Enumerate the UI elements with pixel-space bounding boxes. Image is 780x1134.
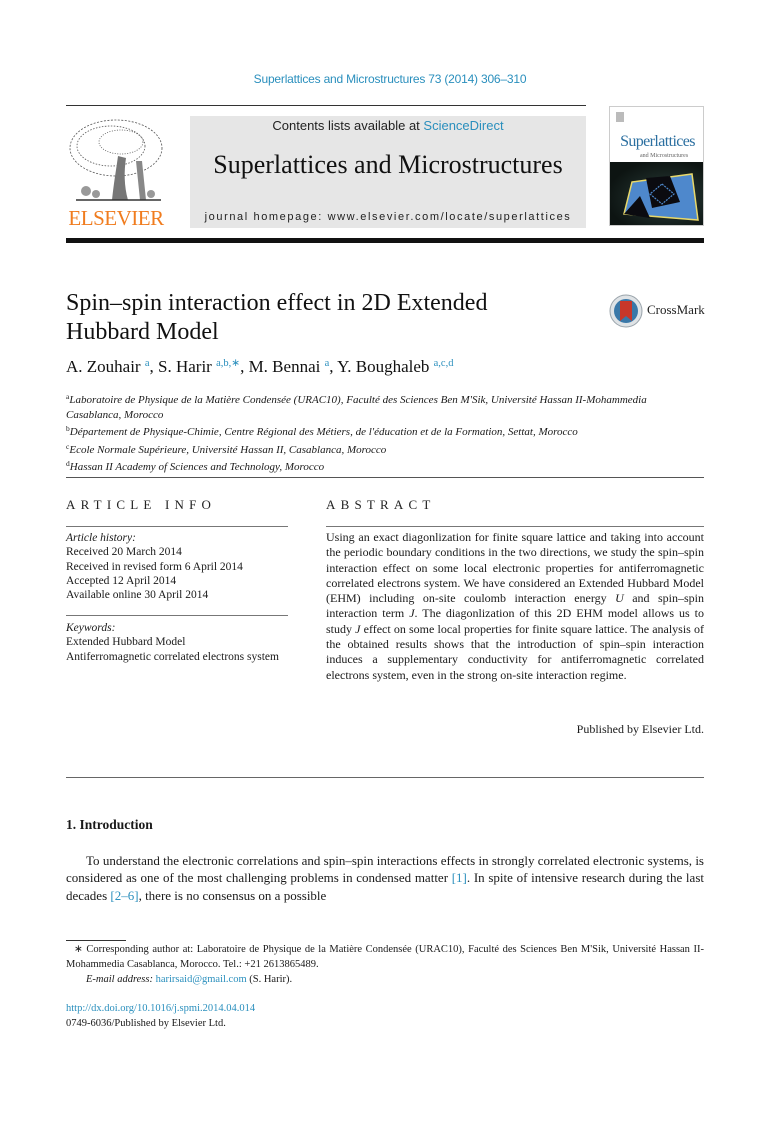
author-list: A. Zouhair a, S. Harir a,b,∗, M. Bennai … <box>66 357 453 377</box>
email-link[interactable]: harirsaid@gmail.com <box>156 974 247 985</box>
article-history-label: Article history: <box>66 532 136 544</box>
author-name[interactable]: A. Zouhair <box>66 357 141 376</box>
elsevier-logo[interactable]: ELSEVIER <box>66 116 166 230</box>
citation-link[interactable]: [1] <box>452 870 467 885</box>
author-name[interactable]: M. Bennai <box>249 357 321 376</box>
contents-line: Contents lists available at ScienceDirec… <box>190 118 586 133</box>
keywords: Keywords: Extended Hubbard Model Antifer… <box>66 621 288 664</box>
affiliation-item: bDépartement de Physique-Chimie, Centre … <box>66 422 686 440</box>
introduction-paragraph: To understand the electronic correlation… <box>66 852 704 904</box>
author-separator: , <box>329 357 338 376</box>
journal-banner: Contents lists available at ScienceDirec… <box>190 116 586 228</box>
crossmark-icon <box>609 294 643 328</box>
journal-title: Superlattices and Microstructures <box>213 150 563 179</box>
cover-lattice-icon <box>623 173 699 221</box>
email-label: E-mail address: <box>86 974 153 985</box>
history-accepted: Accepted 12 April 2014 <box>66 574 177 587</box>
cover-title: Superlattices <box>620 133 695 150</box>
author-affiliation-marker[interactable]: a,c,d <box>434 358 454 369</box>
crossmark-label: CrossMark <box>647 302 705 317</box>
issn-line: 0749-6036/Published by Elsevier Ltd. <box>66 1018 226 1029</box>
front-matter-divider <box>66 777 704 778</box>
doi-link[interactable]: http://dx.doi.org/10.1016/j.spmi.2014.04… <box>66 1003 255 1014</box>
email-footnote: E-mail address: harirsaid@gmail.com (S. … <box>66 973 704 988</box>
header-divider <box>66 105 586 106</box>
crossmark-button[interactable]: CrossMark <box>609 292 709 330</box>
section-heading-introduction: 1. Introduction <box>66 817 153 832</box>
journal-cover-image[interactable]: Superlattices and Microstructures <box>609 106 704 226</box>
affiliation-item: dHassan II Academy of Sciences and Techn… <box>66 457 686 475</box>
affiliation-item: aLaboratoire de Physique de la Matière C… <box>66 390 686 422</box>
citation-link[interactable]: [2–6] <box>110 888 138 903</box>
symbol-U: U <box>615 591 624 606</box>
article-title-line-1: Spin–spin interaction effect in 2D Exten… <box>66 290 488 316</box>
author-name[interactable]: S. Harir <box>158 357 212 376</box>
journal-homepage-link[interactable]: journal homepage: www.elsevier.com/locat… <box>190 211 586 223</box>
elsevier-tree-icon <box>69 119 163 201</box>
elsevier-wordmark: ELSEVIER <box>68 206 164 230</box>
corresponding-author-footnote: ∗ Corresponding author at: Laboratoire d… <box>66 944 704 970</box>
keywords-divider <box>66 615 288 616</box>
author-separator: , <box>149 357 159 376</box>
keyword-item: Antiferromagnetic correlated electrons s… <box>66 650 279 663</box>
history-received: Received 20 March 2014 <box>66 546 182 559</box>
abstract-segment: effect on some local properties for fini… <box>326 621 704 682</box>
cover-artwork <box>610 162 703 225</box>
article-title-line-2: Hubbard Model <box>66 319 219 345</box>
publisher-note: Published by Elsevier Ltd. <box>576 722 704 736</box>
section-divider <box>66 477 704 478</box>
history-online: Available online 30 April 2014 <box>66 589 209 602</box>
article-history: Article history: Received 20 March 2014 … <box>66 531 288 602</box>
history-revised: Received in revised form 6 April 2014 <box>66 560 243 573</box>
affiliation-text: Laboratoire de Physique de la Matière Co… <box>66 394 647 421</box>
author-affiliation-marker[interactable]: a,b,∗ <box>216 358 240 369</box>
cover-elsevier-icon <box>616 112 624 122</box>
author-name[interactable]: Y. Boughaleb <box>337 357 429 376</box>
article-title: Spin–spin interaction effect in 2D Exten… <box>66 289 586 347</box>
affiliation-item: cEcole Normale Supérieure, Université Ha… <box>66 440 686 458</box>
abstract-divider <box>326 526 704 527</box>
affiliation-list: aLaboratoire de Physique de la Matière C… <box>66 390 686 475</box>
author-separator: , <box>240 357 249 376</box>
contents-prefix: Contents lists available at <box>272 118 424 133</box>
affiliation-text: Hassan II Academy of Sciences and Techno… <box>69 461 325 473</box>
abstract-text: Using an exact diagonlization for finite… <box>326 530 704 683</box>
email-suffix: (S. Harir). <box>246 974 293 985</box>
cover-subtitle: and Microstructures <box>640 153 689 159</box>
footnote-divider <box>66 940 126 941</box>
sciencedirect-link[interactable]: ScienceDirect <box>423 118 503 133</box>
affiliation-text: Ecole Normale Supérieure, Université Has… <box>69 443 387 456</box>
intro-segment: , there is no consensus on a possible <box>138 887 327 903</box>
header-thick-divider <box>66 238 704 243</box>
keywords-label: Keywords: <box>66 622 116 634</box>
journal-reference-link[interactable]: Superlattices and Microstructures 73 (20… <box>0 72 780 86</box>
keyword-item: Extended Hubbard Model <box>66 636 186 649</box>
abstract-heading: ABSTRACT <box>326 497 436 512</box>
affiliation-text: Département de Physique-Chimie, Centre R… <box>69 426 578 438</box>
article-info-divider <box>66 526 288 527</box>
article-info-heading: ARTICLE INFO <box>66 497 217 512</box>
